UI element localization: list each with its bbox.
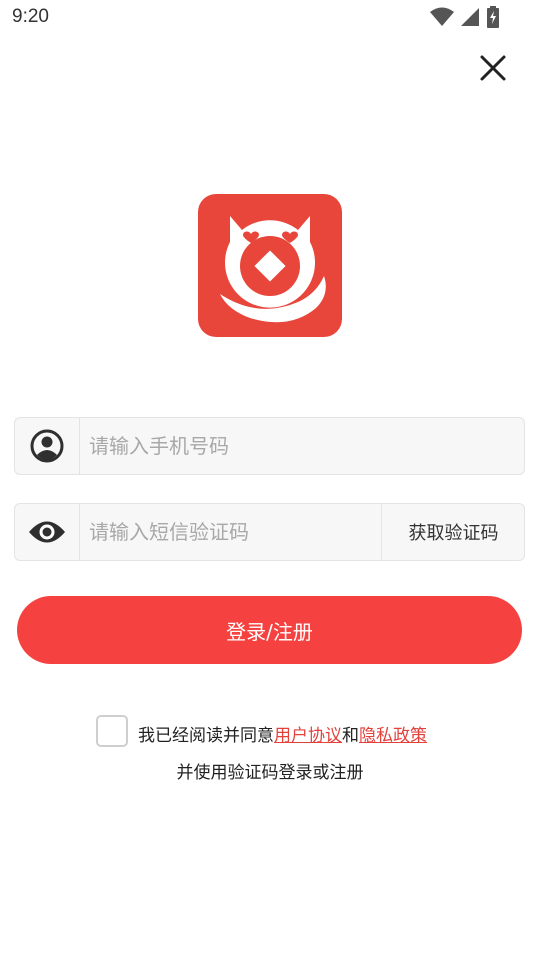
phone-input[interactable]	[81, 418, 521, 474]
wifi-icon	[430, 7, 454, 26]
get-code-button[interactable]: 获取验证码	[381, 504, 525, 560]
agreement-prefix: 我已经阅读并同意	[138, 726, 274, 746]
status-bar: 9:20	[0, 0, 540, 36]
eye-icon	[29, 521, 65, 543]
phone-field-icon-cell	[15, 418, 80, 474]
agreement-text-line2: 并使用验证码登录或注册	[176, 763, 364, 783]
signal-icon	[461, 8, 479, 26]
agreement-text: 我已经阅读并同意用户协议和隐私政策	[138, 721, 427, 746]
sms-code-field: 获取验证码	[14, 503, 525, 561]
app-logo	[198, 194, 342, 337]
cat-coin-logo-icon	[198, 194, 342, 337]
user-agreement-link[interactable]: 用户协议	[274, 726, 342, 746]
close-button[interactable]	[478, 53, 508, 83]
login-screen: 9:20 请输入手机号码 请输入短信验证码 获取验证码 登录/注册 我已经阅读并…	[0, 0, 540, 960]
status-time: 9:20	[12, 6, 49, 27]
agreement-checkbox[interactable]	[96, 715, 128, 747]
sms-code-input[interactable]	[81, 504, 381, 560]
code-field-icon-cell	[15, 504, 80, 560]
user-circle-icon	[30, 429, 64, 463]
login-register-button[interactable]: 登录/注册	[17, 596, 522, 664]
privacy-policy-link[interactable]: 隐私政策	[359, 726, 427, 746]
close-icon	[480, 55, 506, 81]
agreement-and: 和	[342, 726, 359, 746]
battery-icon	[487, 6, 499, 28]
status-icons	[430, 6, 500, 28]
phone-field	[14, 417, 525, 475]
